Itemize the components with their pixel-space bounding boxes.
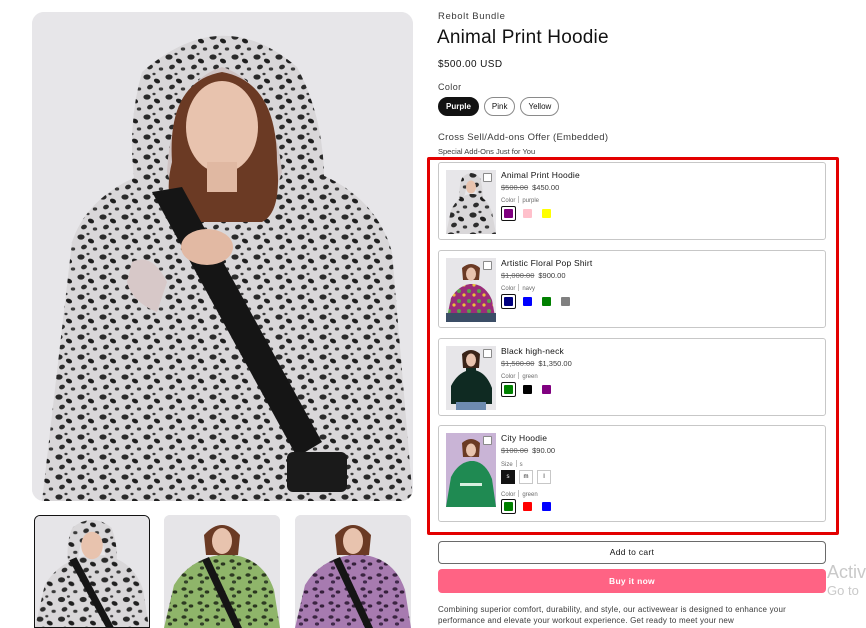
watermark-line-1: Activ [827,562,866,582]
offer-highlight-box [427,157,839,535]
color-option-label: Color [438,82,462,92]
thumbnail-3[interactable] [295,515,411,628]
product-vendor: Rebolt Bundle [438,11,506,22]
color-pill-pink[interactable]: Pink [483,97,516,116]
main-product-image[interactable] [32,12,413,501]
buy-now-button[interactable]: Buy it now [438,569,826,593]
watermark-line-2: Go to [827,583,859,598]
product-description: Combining superior comfort, durability, … [438,605,786,625]
offer-subtitle: Special Add-Ons Just for You [438,147,536,156]
offer-title: Cross Sell/Add-ons Offer (Embedded) [438,132,609,143]
thumbnail-1[interactable] [34,515,150,628]
product-price: $500.00 USD [438,59,503,70]
add-to-cart-button[interactable]: Add to cart [438,541,826,564]
thumbnail-2[interactable] [164,515,280,628]
activation-watermark: Activ Go to [827,562,866,600]
color-pill-purple[interactable]: Purple [438,97,479,116]
color-option-group: Purple Pink Yellow [438,97,560,116]
product-title: Animal Print Hoodie [437,27,609,48]
color-pill-yellow[interactable]: Yellow [520,97,560,116]
